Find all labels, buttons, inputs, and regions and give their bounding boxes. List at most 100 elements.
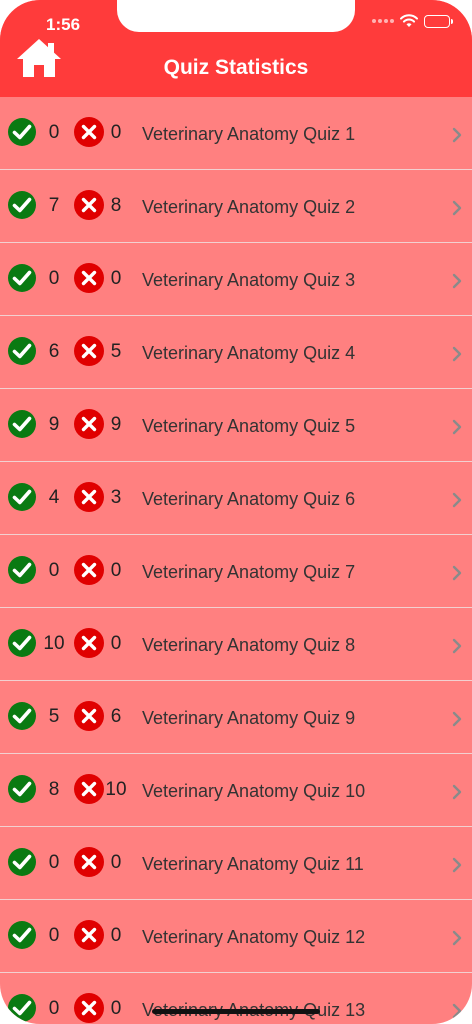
quiz-row[interactable]: 4 3 Veterinary Anatomy Quiz 6 [0,462,472,535]
quiz-name: Veterinary Anatomy Quiz 6 [142,489,356,509]
check-circle-icon [8,921,36,949]
x-circle-icon [74,555,104,585]
check-circle-icon [8,191,36,219]
x-circle-icon [74,701,104,731]
correct-count: 7 [48,195,60,216]
check-circle-icon [8,775,36,803]
quiz-row[interactable]: 0 0 Veterinary Anatomy Quiz 3 [0,243,472,316]
check-circle-icon [8,483,36,511]
x-circle-icon [74,263,104,293]
x-circle-icon [74,628,104,658]
x-circle-icon [74,336,104,366]
check-circle-icon [8,702,36,730]
signal-icon [372,19,394,23]
quiz-row[interactable]: 0 0 Veterinary Anatomy Quiz 1 [0,97,472,170]
chevron-right-icon [452,638,462,654]
x-circle-icon [74,774,104,804]
page-title: Quiz Statistics [163,56,309,79]
quiz-name: Veterinary Anatomy Quiz 3 [142,270,356,290]
incorrect-count: 0 [110,925,122,946]
incorrect-count: 0 [110,998,122,1019]
chevron-right-icon [452,419,462,435]
correct-count: 0 [48,268,60,289]
quiz-name: Veterinary Anatomy Quiz 8 [142,635,356,655]
wifi-icon [400,14,418,27]
chevron-right-icon [452,784,462,800]
correct-count: 6 [48,341,60,362]
correct-count: 8 [48,779,60,800]
correct-count: 0 [48,852,60,873]
check-circle-icon [8,264,36,292]
check-circle-icon [8,994,36,1022]
quiz-row[interactable]: 6 5 Veterinary Anatomy Quiz 4 [0,316,472,389]
quiz-row[interactable]: 5 6 Veterinary Anatomy Quiz 9 [0,681,472,754]
chevron-right-icon [452,273,462,289]
chevron-right-icon [452,200,462,216]
quiz-row[interactable]: 8 10 Veterinary Anatomy Quiz 10 [0,754,472,827]
quiz-row[interactable]: 00Veterinary Anatomy Quiz 13 [0,973,472,1024]
correct-count: 0 [48,998,60,1019]
chevron-right-icon [452,127,462,143]
correct-count: 9 [48,414,60,435]
incorrect-count: 0 [110,122,122,143]
quiz-row[interactable]: 10 0 Veterinary Anatomy Quiz 8 [0,608,472,681]
quiz-name: Veterinary Anatomy Quiz 11 [142,854,364,874]
x-circle-icon [74,482,104,512]
quiz-row[interactable]: 0 0 Veterinary Anatomy Quiz 12 [0,900,472,973]
chevron-right-icon [452,711,462,727]
quiz-row[interactable]: 0 0 Veterinary Anatomy Quiz 11 [0,827,472,900]
correct-count: 4 [48,487,60,508]
quiz-name: Veterinary Anatomy Quiz 10 [142,781,366,801]
check-circle-icon [8,848,36,876]
incorrect-count: 10 [105,779,127,800]
x-circle-icon [74,117,104,147]
status-icons [372,14,453,28]
quiz-list[interactable]: 0 0 Veterinary Anatomy Quiz 1 7 8 Veterinary … [0,97,472,1024]
quiz-row[interactable]: 0 0 Veterinary Anatomy Quiz 7 [0,535,472,608]
incorrect-count: 8 [110,195,122,216]
battery-icon [424,14,453,28]
check-circle-icon [8,118,36,146]
status-time: 1:56 [46,15,81,34]
chevron-right-icon [452,930,462,946]
chevron-right-icon [452,565,462,581]
check-circle-icon [8,556,36,584]
incorrect-count: 0 [110,852,122,873]
correct-count: 5 [48,706,60,727]
quiz-name: Veterinary Anatomy Quiz 1 [142,124,356,144]
quiz-name: Veterinary Anatomy Quiz 9 [142,708,356,728]
incorrect-count: 3 [110,487,122,508]
check-circle-icon [8,410,36,438]
correct-count: 0 [48,122,60,143]
app-screen: 0 0 Veterinary Anatomy Quiz 1 7 8 Veterinary … [0,0,472,1024]
check-circle-icon [8,337,36,365]
home-indicator[interactable] [152,1009,320,1014]
quiz-name: Veterinary Anatomy Quiz 4 [142,343,356,363]
check-circle-icon [8,629,36,657]
x-circle-icon [74,847,104,877]
chevron-right-icon [452,492,462,508]
quiz-name: Veterinary Anatomy Quiz 7 [142,562,356,582]
quiz-name: Veterinary Anatomy Quiz 12 [142,927,366,947]
device-notch [117,0,355,32]
incorrect-count: 6 [110,706,122,727]
correct-count: 0 [48,560,60,581]
quiz-name: Veterinary Anatomy Quiz 5 [142,416,356,436]
incorrect-count: 0 [110,633,122,654]
incorrect-count: 0 [110,560,122,581]
quiz-name: Veterinary Anatomy Quiz 2 [142,197,356,217]
quiz-row[interactable]: 7 8 Veterinary Anatomy Quiz 2 [0,170,472,243]
chevron-right-icon [452,1003,462,1019]
incorrect-count: 0 [110,268,122,289]
x-circle-icon [74,993,104,1023]
x-circle-icon [74,409,104,439]
incorrect-count: 5 [110,341,122,362]
x-circle-icon [74,190,104,220]
quiz-row[interactable]: 9 9 Veterinary Anatomy Quiz 5 [0,389,472,462]
correct-count: 10 [43,633,65,654]
chevron-right-icon [452,346,462,362]
nav-header: 1:56 Quiz Statistics [0,0,472,97]
x-circle-icon [74,920,104,950]
incorrect-count: 9 [110,414,122,435]
correct-count: 0 [48,925,60,946]
